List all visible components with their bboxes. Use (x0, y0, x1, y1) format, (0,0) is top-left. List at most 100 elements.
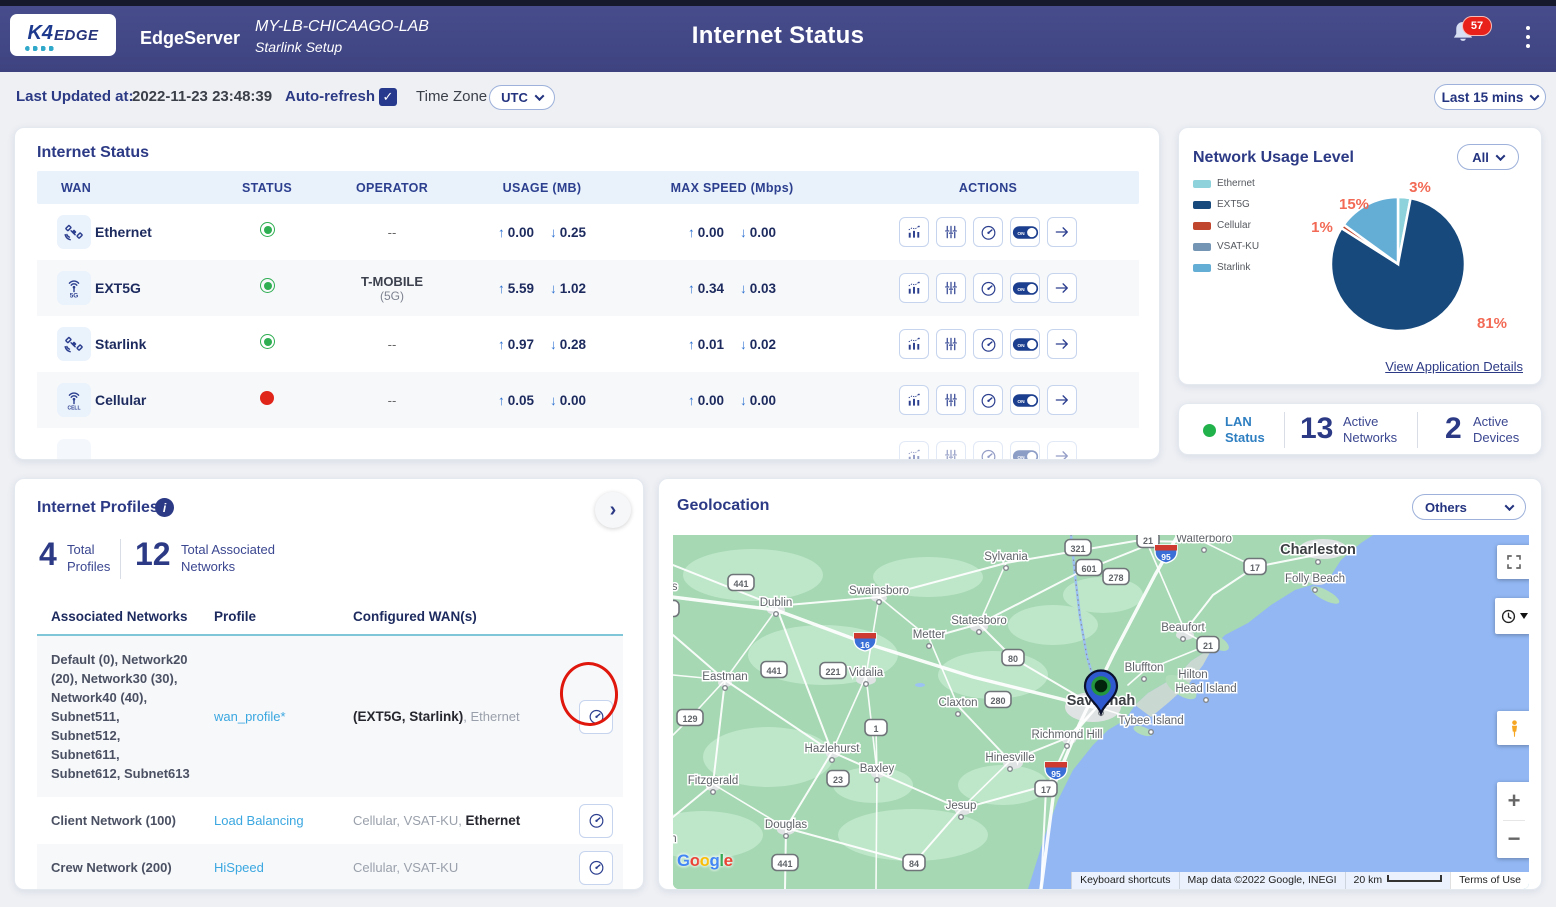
notifications-bell-icon[interactable]: 57 (1448, 18, 1488, 58)
profile-link[interactable]: Load Balancing (200, 813, 339, 828)
lan-status-card: LANStatus 13 ActiveNetworks 2 ActiveDevi… (1178, 403, 1542, 455)
profile-link[interactable]: HiSpeed (200, 860, 339, 875)
max-speed-cell: ↑0.00↓0.00 (627, 393, 837, 408)
toggle-on-button[interactable]: ON (1010, 273, 1040, 303)
auto-refresh-checkbox[interactable]: ✓ (379, 88, 397, 106)
lan-status-label: LANStatus (1225, 414, 1265, 446)
statistics-button[interactable] (899, 273, 929, 303)
profile-link[interactable]: wan_profile* (200, 709, 339, 724)
configure-button[interactable] (936, 273, 966, 303)
svg-text:80: 80 (1008, 654, 1018, 664)
google-logo: Google (677, 851, 733, 871)
max-speed-cell: ↑0.01↓0.02 (627, 337, 837, 352)
svg-text:278: 278 (1108, 573, 1123, 583)
wan-name: EXT5G (95, 280, 207, 296)
satellite-icon (57, 215, 91, 249)
speed-test-button[interactable] (579, 851, 613, 885)
svg-text:84: 84 (909, 859, 919, 869)
svg-text:Vidalia: Vidalia (849, 667, 884, 679)
total-networks-value: 12 (135, 536, 171, 573)
auto-refresh-label: Auto-refresh (285, 88, 375, 105)
statistics-button[interactable] (899, 385, 929, 415)
view-application-details-link[interactable]: View Application Details (1385, 359, 1523, 374)
toggle-on-button[interactable]: ON (1010, 329, 1040, 359)
map-history-button[interactable] (1495, 598, 1529, 634)
notification-badge: 57 (1462, 16, 1492, 36)
toggle-on-button[interactable]: ON (1010, 441, 1040, 460)
go-to-button[interactable] (1047, 329, 1077, 359)
svg-text:Head Island: Head Island (1175, 683, 1236, 695)
time-zone-value: UTC (501, 90, 528, 105)
speed-test-button[interactable] (973, 385, 1003, 415)
total-networks-label: Total AssociatedNetworks (181, 541, 275, 575)
svg-text:Sylvania: Sylvania (984, 551, 1028, 563)
go-to-button[interactable] (1047, 441, 1077, 460)
col-wan: WAN (37, 181, 207, 195)
speed-test-button[interactable] (973, 273, 1003, 303)
svg-text:Eastman: Eastman (702, 671, 747, 683)
operator-cell: -- (327, 225, 457, 240)
divider (1417, 412, 1418, 448)
associated-networks-cell: Crew Network (200) (37, 844, 200, 890)
col-actions: ACTIONS (837, 181, 1139, 195)
svg-text:bins: bins (673, 581, 678, 593)
google-map[interactable]: SylvaniaSwainsboroDublinbinsStatesboroMe… (673, 535, 1529, 889)
svg-text:Jesup: Jesup (946, 800, 977, 812)
configured-wans-cell: (EXT5G, Starlink), Ethernet (339, 709, 569, 724)
statistics-button[interactable] (899, 217, 929, 247)
configured-wans-cell: Cellular, VSAT-KU (339, 860, 569, 875)
profile-row: Client Network (100)Load BalancingCellul… (37, 797, 623, 844)
map-attribution: Keyboard shortcuts Map data ©2022 Google… (673, 872, 1529, 889)
wan-row: Starlink--↑0.97↓0.28↑0.01↓0.02ON (37, 316, 1139, 372)
statistics-button[interactable] (899, 441, 929, 460)
status-indicator (207, 334, 327, 354)
svg-text:Baxley: Baxley (860, 763, 895, 775)
pegman-button[interactable] (1497, 711, 1529, 745)
keyboard-shortcuts-link[interactable]: Keyboard shortcuts (1071, 872, 1178, 889)
configure-button[interactable] (936, 385, 966, 415)
time-zone-select[interactable]: UTC (489, 85, 555, 110)
toggle-on-button[interactable]: ON (1010, 385, 1040, 415)
go-to-button[interactable] (1047, 217, 1077, 247)
geo-filter-select[interactable]: Others (1412, 494, 1526, 520)
expand-profiles-button[interactable]: › (595, 492, 631, 528)
speed-test-button[interactable] (579, 700, 613, 734)
active-devices-value: 2 (1445, 412, 1462, 446)
configured-wans-cell: Cellular, VSAT-KU, Ethernet (339, 813, 569, 828)
svg-text:Folly Beach: Folly Beach (1285, 573, 1345, 585)
fullscreen-button[interactable] (1497, 545, 1529, 579)
speed-test-button[interactable] (973, 217, 1003, 247)
speed-test-button[interactable] (579, 804, 613, 838)
terms-of-use-link[interactable]: Terms of Use (1450, 872, 1529, 889)
configure-button[interactable] (936, 217, 966, 247)
configure-button[interactable] (936, 329, 966, 359)
kebab-menu-icon[interactable] (1522, 26, 1534, 48)
zoom-in-button[interactable]: + (1497, 783, 1529, 820)
svg-text:Bluffton: Bluffton (1125, 662, 1164, 674)
col-max-speed: MAX SPEED (Mbps) (627, 181, 837, 195)
go-to-button[interactable] (1047, 273, 1077, 303)
speed-test-button[interactable] (973, 441, 1003, 460)
svg-text:Statesboro: Statesboro (951, 615, 1007, 627)
col-associated-networks: Associated Networks (37, 609, 200, 624)
toggle-on-button[interactable]: ON (1010, 217, 1040, 247)
page-title: Internet Status (0, 22, 1556, 50)
zoom-out-button[interactable]: − (1497, 821, 1529, 858)
dropdown-triangle-icon (1520, 613, 1528, 619)
go-to-button[interactable] (1047, 385, 1077, 415)
row-actions: ON (837, 329, 1139, 359)
svg-text:221: 221 (825, 667, 840, 677)
total-profiles-label: TotalProfiles (67, 541, 110, 575)
time-range-select[interactable]: Last 15 mins (1434, 84, 1546, 110)
speed-test-button[interactable] (973, 329, 1003, 359)
svg-text:Walterboro: Walterboro (1176, 535, 1232, 545)
configure-button[interactable] (936, 441, 966, 460)
usage-pie-chart: 3%81%1%15% (1179, 156, 1543, 366)
svg-text:16: 16 (860, 640, 870, 650)
network-usage-card: Network Usage Level All EthernetEXT5GCel… (1178, 127, 1542, 385)
info-icon[interactable]: i (155, 498, 174, 517)
internet-status-card: Internet Status WAN STATUS OPERATOR USAG… (14, 127, 1160, 460)
wan-table-header: WAN STATUS OPERATOR USAGE (MB) MAX SPEED… (37, 171, 1139, 204)
statistics-button[interactable] (899, 329, 929, 359)
svg-text:441: 441 (766, 666, 781, 676)
